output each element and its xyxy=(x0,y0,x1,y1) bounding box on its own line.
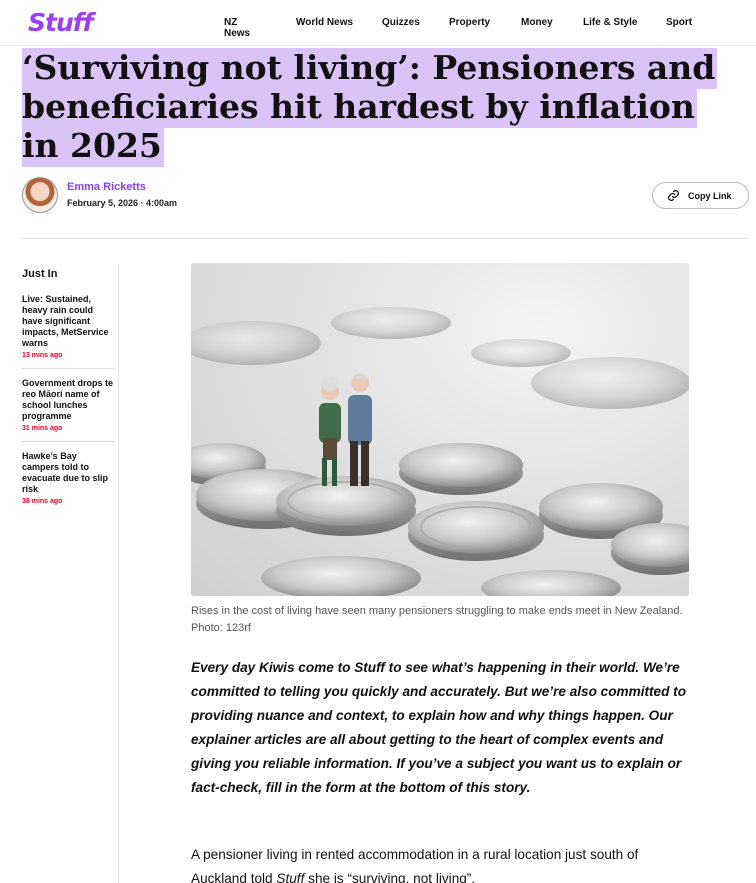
just-in-item[interactable]: Hawke’s Bay campers told to evacuate due… xyxy=(22,451,114,514)
just-in-item-time: 13 mins ago xyxy=(22,352,63,359)
image-caption: Rises in the cost of living have seen ma… xyxy=(191,605,683,634)
article-paragraph: A pensioner living in rented accommodati… xyxy=(191,843,691,883)
paragraph-text-end: she is “surviving, not living”. xyxy=(304,871,476,883)
explainer-intro: Every day Kiwis come to Stuff to see wha… xyxy=(191,660,687,795)
byline-divider xyxy=(22,238,748,239)
article-headline: ‘Surviving not living’: Pensioners and b… xyxy=(22,48,718,167)
nav-nz-news[interactable]: NZ News xyxy=(224,17,250,39)
just-in-sidebar: Just In Live: Sustained, heavy rain coul… xyxy=(22,268,114,523)
just-in-item[interactable]: Live: Sustained, heavy rain could have s… xyxy=(22,294,114,369)
nav-world-news[interactable]: World News xyxy=(296,17,353,28)
just-in-item-time: 31 mins ago xyxy=(22,425,63,432)
nav-quizzes[interactable]: Quizzes xyxy=(382,17,420,28)
link-icon xyxy=(668,190,679,201)
nav-property[interactable]: Property xyxy=(449,17,490,28)
just-in-item-title[interactable]: Live: Sustained, heavy rain could have s… xyxy=(22,294,114,349)
publish-date: February 5, 2026 · 4:00am xyxy=(67,198,178,208)
paragraph-emphasis: Stuff xyxy=(276,871,305,883)
copy-link-button[interactable]: Copy Link xyxy=(652,182,749,209)
stuff-logo[interactable]: Stuff xyxy=(28,8,94,37)
top-bar: Stuff NZ News World News Quizzes Propert… xyxy=(0,0,756,46)
nav-money[interactable]: Money xyxy=(521,17,553,28)
nav-sport[interactable]: Sport xyxy=(666,17,692,28)
just-in-item-title[interactable]: Hawke’s Bay campers told to evacuate due… xyxy=(22,451,114,495)
copy-link-label: Copy Link xyxy=(688,190,732,201)
just-in-item[interactable]: Government drops te reo Māori name of sc… xyxy=(22,378,114,442)
coins-photo-illustration xyxy=(191,307,689,596)
author-avatar[interactable] xyxy=(22,177,58,213)
author-name[interactable]: Emma Ricketts xyxy=(67,181,146,193)
elderly-couple-figurines xyxy=(319,374,372,486)
hero-image xyxy=(191,263,689,596)
just-in-item-time: 38 mins ago xyxy=(22,498,63,505)
just-in-title: Just In xyxy=(22,268,58,280)
sidebar-divider xyxy=(118,264,119,883)
just-in-item-title[interactable]: Government drops te reo Māori name of sc… xyxy=(22,378,114,422)
nav-life-style[interactable]: Life & Style xyxy=(583,17,637,28)
